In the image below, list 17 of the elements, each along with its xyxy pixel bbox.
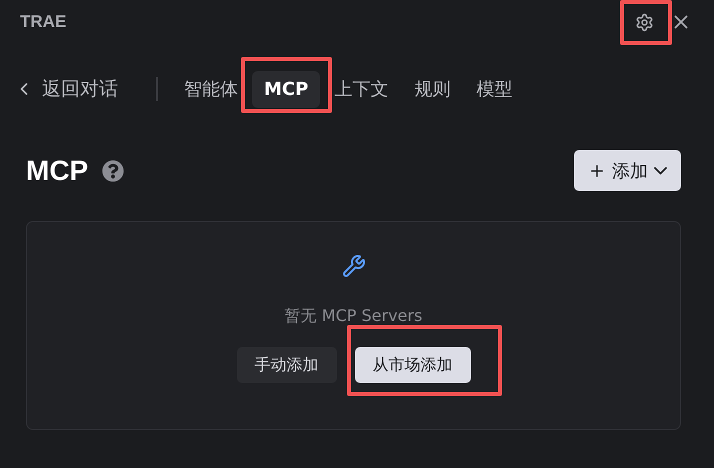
- settings-button[interactable]: [635, 12, 654, 32]
- back-link[interactable]: 返回对话: [14, 76, 118, 102]
- chevron-down-icon: [654, 166, 667, 174]
- nav-tab[interactable]: 模型: [464, 69, 524, 109]
- nav-tab[interactable]: 智能体: [172, 69, 250, 109]
- nav-tab[interactable]: 规则: [402, 69, 462, 109]
- add-server-button[interactable]: 手动添加: [236, 347, 336, 383]
- nav-tab[interactable]: 上下文: [322, 69, 400, 109]
- add-server-button[interactable]: 从市场添加: [354, 347, 470, 383]
- tools-icon: [342, 254, 366, 278]
- help-icon[interactable]: [102, 160, 124, 182]
- empty-message: 暂无 MCP Servers: [284, 306, 422, 327]
- nav-tab[interactable]: MCP: [252, 70, 320, 108]
- app-title: TRAE: [20, 12, 68, 32]
- settings-icon: [635, 12, 654, 32]
- add-button[interactable]: 添加: [574, 150, 681, 191]
- section-title: MCP: [26, 154, 88, 186]
